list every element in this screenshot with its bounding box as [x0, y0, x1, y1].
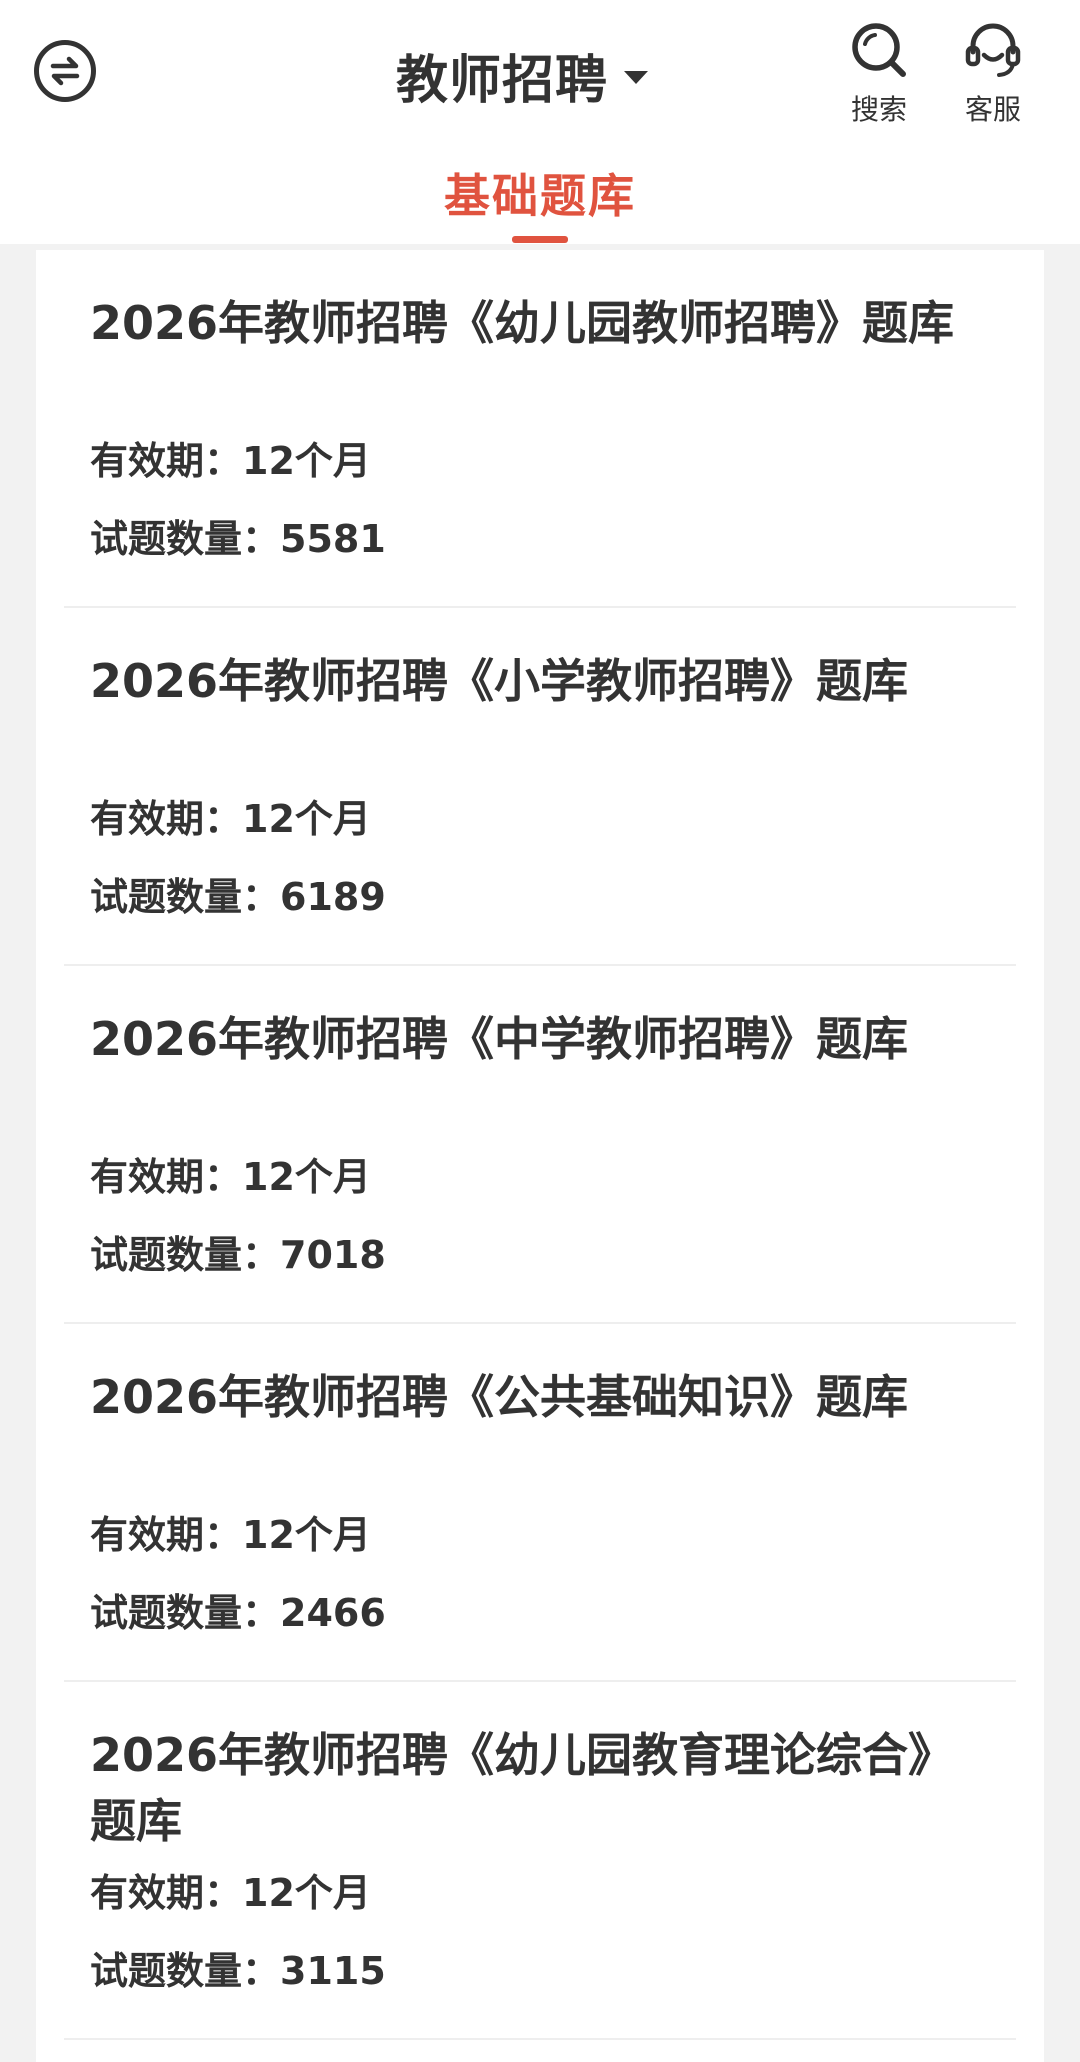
validity-label: 有效期：	[90, 439, 243, 483]
item-validity: 有效期：12个月	[90, 1504, 371, 1559]
validity-value: 12个月	[242, 1513, 371, 1557]
divider	[64, 2038, 1016, 2040]
top-bar: 教师招聘 搜索 客服 基础题库	[0, 0, 1080, 244]
count-label: 试题数量：	[90, 875, 281, 919]
validity-label: 有效期：	[90, 797, 243, 841]
switch-icon[interactable]	[34, 40, 96, 102]
validity-value: 12个月	[242, 439, 371, 483]
count-value: 2466	[280, 1591, 386, 1635]
item-count: 试题数量：7018	[90, 1224, 386, 1279]
search-label: 搜索	[850, 93, 907, 126]
item-title: 2026年教师招聘《幼儿园教育理论综合》题库	[90, 1728, 955, 1848]
customer-service-button[interactable]: 客服	[953, 18, 1033, 128]
item-validity: 有效期：12个月	[90, 1146, 371, 1201]
count-value: 5581	[280, 517, 386, 561]
list-item[interactable]: 2026年教师招聘《幼儿园教师招聘》题库 有效期：12个月 试题数量：5581	[36, 250, 1044, 608]
list-item[interactable]: 2026年教师招聘《幼儿园教育理论综合》题库 有效期：12个月 试题数量：311…	[36, 1682, 1044, 2040]
item-validity: 有效期：12个月	[90, 788, 371, 843]
item-title: 2026年教师招聘《中学教师招聘》题库	[90, 1012, 909, 1066]
service-label: 客服	[964, 93, 1021, 126]
count-value: 7018	[280, 1233, 386, 1277]
validity-value: 12个月	[242, 1871, 371, 1915]
search-icon	[852, 23, 906, 77]
page-title: 教师招聘	[396, 50, 609, 111]
item-title: 2026年教师招聘《幼儿园教师招聘》题库	[90, 296, 955, 350]
item-count: 试题数量：2466	[90, 1582, 386, 1637]
item-count: 试题数量：3115	[90, 1940, 386, 1995]
count-label: 试题数量：	[90, 517, 281, 561]
tab-active-indicator	[512, 236, 568, 243]
count-value: 6189	[280, 875, 386, 919]
item-count: 试题数量：6189	[90, 866, 386, 921]
count-label: 试题数量：	[90, 1949, 281, 1993]
item-validity: 有效期：12个月	[90, 430, 371, 485]
validity-label: 有效期：	[90, 1513, 243, 1557]
tab-label: 基础题库	[444, 169, 636, 223]
item-title: 2026年教师招聘《公共基础知识》题库	[90, 1370, 909, 1424]
headset-icon	[965, 23, 1021, 77]
validity-label: 有效期：	[90, 1155, 243, 1199]
app-root: 教师招聘 搜索 客服 基础题库 2026年教师招聘《幼儿园教师招聘》题库 有效期…	[0, 0, 1080, 2062]
item-count: 试题数量：5581	[90, 508, 386, 563]
list-item[interactable]: 2026年教师招聘《小学教师招聘》题库 有效期：12个月 试题数量：6189	[36, 608, 1044, 966]
exam-category-selector[interactable]: 教师招聘	[396, 30, 649, 120]
validity-label: 有效期：	[90, 1871, 243, 1915]
validity-value: 12个月	[242, 1155, 371, 1199]
validity-value: 12个月	[242, 797, 371, 841]
item-title: 2026年教师招聘《小学教师招聘》题库	[90, 654, 909, 708]
list-item[interactable]: 2026年教师招聘《公共基础知识》题库 有效期：12个月 试题数量：2466	[36, 1324, 1044, 1682]
tab-basic-question-bank[interactable]: 基础题库	[440, 160, 640, 243]
list-item[interactable]: 2026年教师招聘《中学教师招聘》题库 有效期：12个月 试题数量：7018	[36, 966, 1044, 1324]
count-value: 3115	[280, 1949, 386, 1993]
caret-down-icon	[624, 70, 649, 84]
item-validity: 有效期：12个月	[90, 1862, 371, 1917]
question-bank-list: 2026年教师招聘《幼儿园教师招聘》题库 有效期：12个月 试题数量：5581 …	[36, 250, 1044, 2062]
count-label: 试题数量：	[90, 1591, 281, 1635]
search-button[interactable]: 搜索	[839, 18, 919, 128]
count-label: 试题数量：	[90, 1233, 281, 1277]
